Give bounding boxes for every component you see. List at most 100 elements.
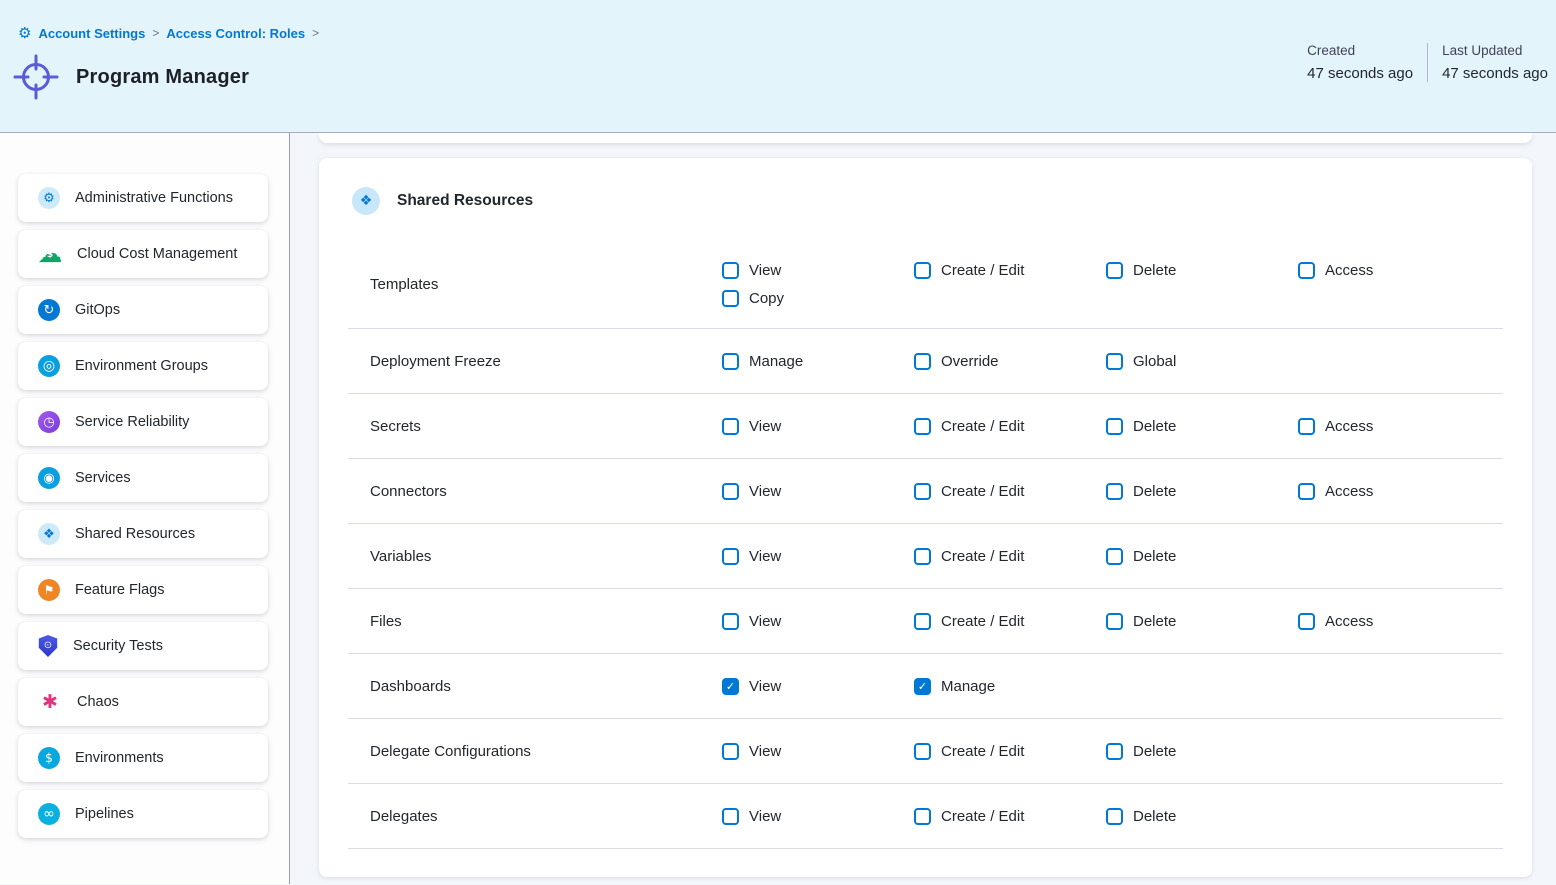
sidebar-item-label: Shared Resources [75, 526, 195, 542]
checkbox-templates-view[interactable] [722, 262, 739, 279]
permissions-table: Templates View Create / Edit Delete Acce… [348, 241, 1503, 849]
checkbox-delegate-configurations-delete[interactable] [1106, 743, 1123, 760]
permission-option-label: Delete [1133, 262, 1176, 279]
checkbox-secrets-create-edit[interactable] [914, 418, 931, 435]
sidebar-item-environment-groups[interactable]: ◎ Environment Groups [18, 342, 268, 390]
permission-option-label: Create / Edit [941, 418, 1024, 435]
permission-option: View [722, 613, 914, 630]
sidebar-item-chaos[interactable]: ✱ Chaos [18, 678, 268, 726]
sidebar-item-services[interactable]: ◉ Services [18, 454, 268, 502]
created-block: Created 47 seconds ago [1293, 43, 1427, 82]
checkbox-templates-create-edit[interactable] [914, 262, 931, 279]
created-value: 47 seconds ago [1307, 65, 1413, 82]
checkbox-dashboards-view[interactable] [722, 678, 739, 695]
last-updated-label: Last Updated [1442, 43, 1548, 58]
checkbox-secrets-access[interactable] [1298, 418, 1315, 435]
sidebar-item-label: Administrative Functions [75, 190, 233, 206]
checkbox-secrets-delete[interactable] [1106, 418, 1123, 435]
checkbox-connectors-delete[interactable] [1106, 483, 1123, 500]
permission-option: Create / Edit [914, 418, 1106, 435]
permission-row-templates: Templates View Create / Edit Delete Acce… [348, 241, 1503, 329]
sidebar-item-gitops[interactable]: ↻ GitOps [18, 286, 268, 334]
permission-options: View Create / Edit Delete [722, 743, 1298, 760]
shared-resources-icon: ❖ [38, 523, 60, 545]
checkbox-secrets-view[interactable] [722, 418, 739, 435]
checkbox-delegate-configurations-view[interactable] [722, 743, 739, 760]
checkbox-delegates-create-edit[interactable] [914, 808, 931, 825]
permission-option: Access [1298, 483, 1490, 500]
permission-option-label: View [749, 262, 781, 279]
checkbox-templates-copy[interactable] [722, 290, 739, 307]
sidebar-item-label: Environment Groups [75, 358, 208, 374]
sidebar-item-cloud-cost-management[interactable]: ☁$ Cloud Cost Management [18, 230, 268, 278]
permission-option: Create / Edit [914, 808, 1106, 825]
checkbox-dashboards-manage[interactable] [914, 678, 931, 695]
breadcrumb-account-settings[interactable]: Account Settings [38, 26, 145, 41]
permission-row-deployment-freeze: Deployment Freeze Manage Override Global [348, 329, 1503, 394]
sidebar-item-shared-resources[interactable]: ❖ Shared Resources [18, 510, 268, 558]
permission-option: Delete [1106, 743, 1298, 760]
checkbox-templates-delete[interactable] [1106, 262, 1123, 279]
sidebar-item-administrative-functions[interactable]: ⚙ Administrative Functions [18, 174, 268, 222]
environments-icon: $ [38, 747, 60, 769]
permission-option: Delete [1106, 808, 1298, 825]
checkbox-delegate-configurations-create-edit[interactable] [914, 743, 931, 760]
permission-option-label: Create / Edit [941, 262, 1024, 279]
checkbox-variables-view[interactable] [722, 548, 739, 565]
checkbox-files-delete[interactable] [1106, 613, 1123, 630]
breadcrumb-separator: > [152, 26, 159, 40]
checkbox-files-access[interactable] [1298, 613, 1315, 630]
permission-row-connectors: Connectors View Create / Edit Delete Acc… [348, 459, 1503, 524]
checkbox-connectors-create-edit[interactable] [914, 483, 931, 500]
permission-option: Delete [1106, 548, 1298, 565]
permission-line: View Create / Edit Delete [722, 743, 1298, 760]
section-header: ❖ Shared Resources [319, 158, 1532, 241]
sidebar-item-label: GitOps [75, 302, 120, 318]
checkbox-files-view[interactable] [722, 613, 739, 630]
created-label: Created [1307, 43, 1413, 58]
permission-line: View Create / Edit Delete Access [722, 613, 1490, 630]
permission-options: View Create / Edit Delete Access [722, 483, 1490, 500]
checkbox-deployment-freeze-override[interactable] [914, 353, 931, 370]
checkbox-connectors-access[interactable] [1298, 483, 1315, 500]
permission-option-label: Override [941, 353, 999, 370]
permission-option: Copy [722, 290, 914, 307]
sidebar-item-service-reliability[interactable]: ◷ Service Reliability [18, 398, 268, 446]
sidebar-item-security-tests[interactable]: ⊙ Security Tests [18, 622, 268, 670]
checkbox-templates-access[interactable] [1298, 262, 1315, 279]
permission-option-label: Delete [1133, 613, 1176, 630]
pipelines-icon: ∞ [38, 803, 60, 825]
permission-row-secrets: Secrets View Create / Edit Delete Access [348, 394, 1503, 459]
checkbox-delegates-view[interactable] [722, 808, 739, 825]
sidebar-item-label: Pipelines [75, 806, 134, 822]
permission-option-label: Create / Edit [941, 743, 1024, 760]
checkbox-delegates-delete[interactable] [1106, 808, 1123, 825]
checkbox-files-create-edit[interactable] [914, 613, 931, 630]
permission-option-label: Create / Edit [941, 808, 1024, 825]
checkbox-deployment-freeze-global[interactable] [1106, 353, 1123, 370]
checkbox-variables-delete[interactable] [1106, 548, 1123, 565]
services-icon: ◉ [38, 467, 60, 489]
permission-line: View Create / Edit Delete Access [722, 418, 1490, 435]
permission-option-label: Access [1325, 262, 1373, 279]
permission-option: Access [1298, 262, 1490, 279]
checkbox-variables-create-edit[interactable] [914, 548, 931, 565]
checkbox-connectors-view[interactable] [722, 483, 739, 500]
permission-options: View Create / Edit Delete Access Copy [722, 262, 1490, 307]
permission-row-variables: Variables View Create / Edit Delete [348, 524, 1503, 589]
permission-line: View Create / Edit Delete [722, 548, 1298, 565]
sidebar-item-environments[interactable]: $ Environments [18, 734, 268, 782]
breadcrumb-separator: > [312, 26, 319, 40]
permission-option: Create / Edit [914, 262, 1106, 279]
permission-option: Delete [1106, 418, 1298, 435]
checkbox-deployment-freeze-manage[interactable] [722, 353, 739, 370]
sidebar-item-feature-flags[interactable]: ⚑ Feature Flags [18, 566, 268, 614]
permission-row-delegate-configurations: Delegate Configurations View Create / Ed… [348, 719, 1503, 784]
sidebar-item-label: Security Tests [73, 638, 163, 654]
sidebar-item-pipelines[interactable]: ∞ Pipelines [18, 790, 268, 838]
permission-option: Create / Edit [914, 743, 1106, 760]
permission-option: View [722, 808, 914, 825]
breadcrumb-access-control-roles[interactable]: Access Control: Roles [166, 26, 305, 41]
permission-option: Manage [914, 678, 1106, 695]
permission-option: Override [914, 353, 1106, 370]
